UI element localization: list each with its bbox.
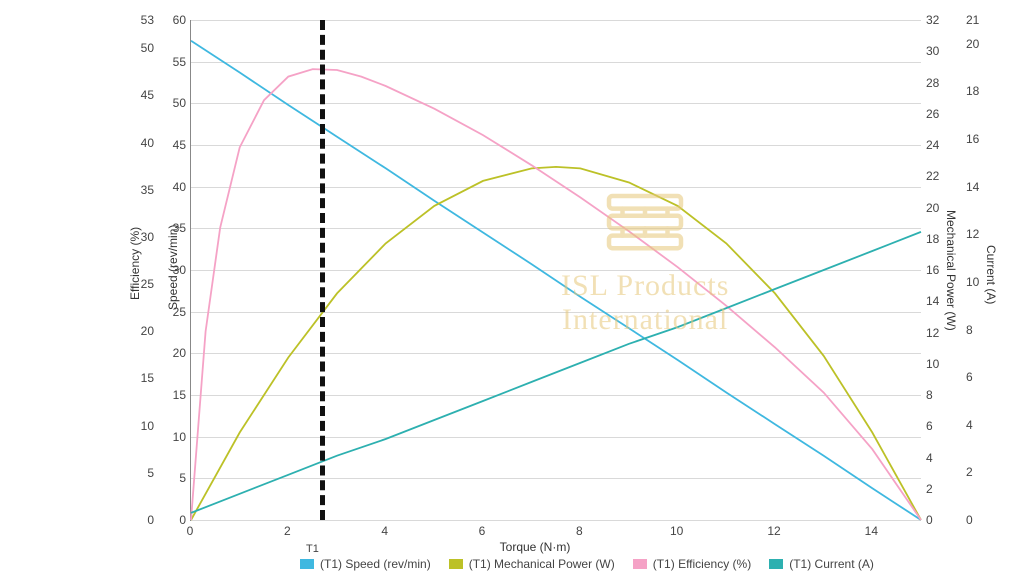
tick-label: 40 (166, 180, 186, 194)
tick-label: 5 (166, 471, 186, 485)
tick-label: 10 (966, 275, 990, 289)
tick-label: 12 (966, 227, 990, 241)
tick-label: 2 (284, 524, 291, 538)
tick-label: 16 (926, 263, 950, 277)
tick-label: 2 (926, 482, 950, 496)
tick-label: 30 (926, 44, 950, 58)
legend-item-speed: (T1) Speed (rev/min) (300, 557, 431, 571)
tick-label: 25 (134, 277, 154, 291)
tick-label: 8 (576, 524, 583, 538)
swatch-icon (449, 559, 463, 569)
tick-label: 22 (926, 169, 950, 183)
tick-label: 21 (966, 13, 990, 27)
tick-label: 26 (926, 107, 950, 121)
legend-item-current: (T1) Current (A) (769, 557, 874, 571)
legend-title: T1 (306, 543, 920, 555)
tick-label: 8 (966, 323, 990, 337)
legend-label: (T1) Current (A) (789, 557, 874, 571)
legend-label: (T1) Speed (rev/min) (320, 557, 431, 571)
legend-item-power: (T1) Mechanical Power (W) (449, 557, 615, 571)
tick-label: 10 (926, 357, 950, 371)
tick-label: 32 (926, 13, 950, 27)
tick-label: 14 (966, 180, 990, 194)
swatch-icon (633, 559, 647, 569)
tick-label: 18 (966, 84, 990, 98)
tick-label: 35 (134, 183, 154, 197)
tick-label: 4 (381, 524, 388, 538)
swatch-icon (769, 559, 783, 569)
tick-label: 0 (926, 513, 950, 527)
tick-label: 25 (166, 305, 186, 319)
tick-label: 4 (926, 451, 950, 465)
tick-label: 8 (926, 388, 950, 402)
tick-label: 2 (966, 465, 990, 479)
tick-label: 50 (134, 41, 154, 55)
tick-label: 50 (166, 96, 186, 110)
tick-label: 45 (134, 88, 154, 102)
motor-performance-chart: ISL Products International Torque (N·m) … (0, 0, 1024, 585)
tick-label: 10 (134, 419, 154, 433)
tick-label: 15 (166, 388, 186, 402)
tick-label: 12 (767, 524, 780, 538)
tick-label: 0 (134, 513, 154, 527)
tick-label: 0 (166, 513, 186, 527)
tick-label: 20 (166, 346, 186, 360)
tick-label: 0 (187, 524, 194, 538)
tick-label: 28 (926, 76, 950, 90)
legend-label: (T1) Efficiency (%) (653, 557, 751, 571)
tick-label: 30 (166, 263, 186, 277)
tick-label: 60 (166, 13, 186, 27)
tick-label: 5 (134, 466, 154, 480)
tick-label: 40 (134, 136, 154, 150)
tick-label: 55 (166, 55, 186, 69)
swatch-icon (300, 559, 314, 569)
tick-label: 15 (134, 371, 154, 385)
tick-label: 4 (966, 418, 990, 432)
tick-label: 10 (166, 430, 186, 444)
tick-label: 20 (926, 201, 950, 215)
plot-area: ISL Products International (190, 20, 921, 521)
tick-label: 0 (966, 513, 990, 527)
tick-label: 6 (926, 419, 950, 433)
tick-label: 6 (479, 524, 486, 538)
legend-label: (T1) Mechanical Power (W) (469, 557, 615, 571)
legend: T1 (T1) Speed (rev/min) (T1) Mechanical … (300, 543, 920, 571)
tick-label: 45 (166, 138, 186, 152)
tick-label: 14 (865, 524, 878, 538)
tick-label: 35 (166, 221, 186, 235)
tick-label: 10 (670, 524, 683, 538)
tick-label: 30 (134, 230, 154, 244)
tick-label: 53 (134, 13, 154, 27)
tick-label: 6 (966, 370, 990, 384)
legend-item-efficiency: (T1) Efficiency (%) (633, 557, 751, 571)
tick-label: 20 (966, 37, 990, 51)
tick-label: 18 (926, 232, 950, 246)
tick-label: 14 (926, 294, 950, 308)
chart-curves (191, 20, 921, 520)
operating-point-marker (320, 20, 330, 520)
tick-label: 12 (926, 326, 950, 340)
tick-label: 20 (134, 324, 154, 338)
tick-label: 24 (926, 138, 950, 152)
tick-label: 16 (966, 132, 990, 146)
